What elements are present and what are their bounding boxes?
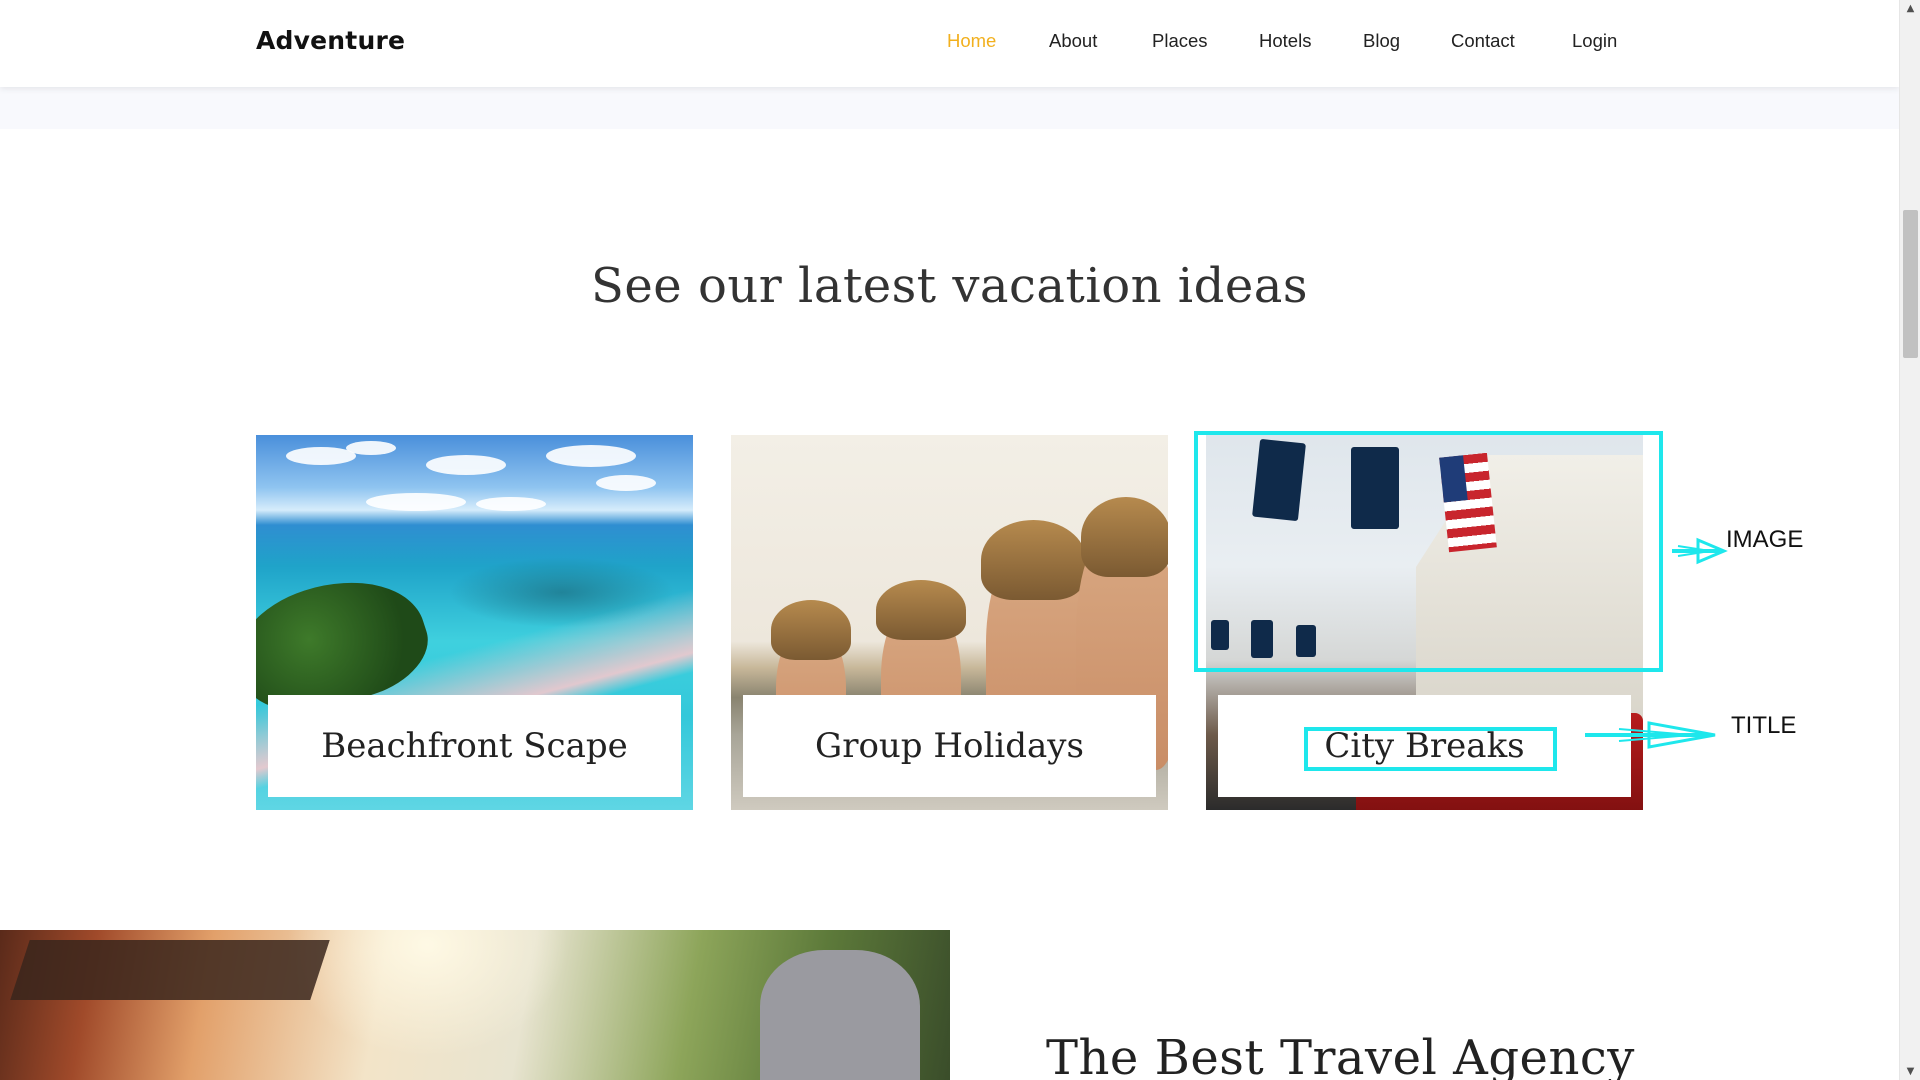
- navbar: Adventure Home About Places Hotels Blog …: [0, 0, 1899, 87]
- nav-places[interactable]: Places: [1152, 30, 1208, 52]
- triangle-down-icon[interactable]: ▼: [1900, 1063, 1920, 1080]
- cloud-shape: [426, 455, 506, 475]
- cloud-shape: [346, 441, 396, 455]
- card-title[interactable]: Beachfront Scape: [321, 726, 627, 766]
- cloud-shape: [476, 497, 546, 511]
- brand-logo[interactable]: Adventure: [256, 26, 405, 55]
- nav-about[interactable]: About: [1049, 30, 1097, 52]
- scrollbar-thumb[interactable]: [1903, 210, 1918, 358]
- hero-band: [0, 87, 1899, 129]
- nav-blog[interactable]: Blog: [1363, 30, 1400, 52]
- cloud-shape: [596, 475, 656, 491]
- hair-shape: [771, 600, 851, 660]
- banner-shape: [1252, 438, 1306, 522]
- hair-shape: [1081, 497, 1168, 577]
- card-group-holidays[interactable]: Group Holidays: [731, 435, 1168, 810]
- banner-shape: [1251, 620, 1273, 658]
- card-beachfront-scape[interactable]: Beachfront Scape: [256, 435, 693, 810]
- card-title[interactable]: City Breaks: [1324, 726, 1524, 766]
- hair-shape: [876, 580, 966, 640]
- cloud-shape: [366, 493, 466, 511]
- annotation-label-title: TITLE: [1731, 712, 1797, 739]
- cloud-shape: [286, 447, 356, 465]
- annotation-label-image: IMAGE: [1726, 526, 1804, 553]
- about-image: [0, 930, 950, 1080]
- nav-home[interactable]: Home: [947, 30, 996, 52]
- person-shape: [760, 950, 920, 1080]
- card-city-breaks[interactable]: City Breaks: [1206, 435, 1643, 810]
- annotation-arrow-title: [1585, 721, 1716, 749]
- card-title[interactable]: Group Holidays: [815, 726, 1084, 766]
- about-title: The Best Travel Agency: [1046, 1030, 1635, 1080]
- annotation-arrow-image: [1672, 537, 1728, 565]
- card-title-box: Beachfront Scape: [268, 695, 681, 797]
- nav-contact[interactable]: Contact: [1451, 30, 1515, 52]
- banner-shape: [1351, 447, 1399, 529]
- roof-shape: [10, 940, 330, 1000]
- nav-hotels[interactable]: Hotels: [1259, 30, 1311, 52]
- flag-shape: [1439, 452, 1497, 553]
- card-title-box: Group Holidays: [743, 695, 1156, 797]
- card-title-box: City Breaks: [1218, 695, 1631, 797]
- cloud-shape: [546, 445, 636, 467]
- triangle-up-icon[interactable]: ▲: [1900, 0, 1920, 17]
- page: Adventure Home About Places Hotels Blog …: [0, 0, 1899, 1080]
- section-title: See our latest vacation ideas: [591, 258, 1308, 314]
- banner-shape: [1211, 620, 1229, 650]
- vertical-scrollbar[interactable]: ▲ ▼: [1899, 0, 1920, 1080]
- hair-shape: [981, 520, 1086, 600]
- banner-shape: [1296, 625, 1316, 657]
- nav-login[interactable]: Login: [1572, 30, 1617, 52]
